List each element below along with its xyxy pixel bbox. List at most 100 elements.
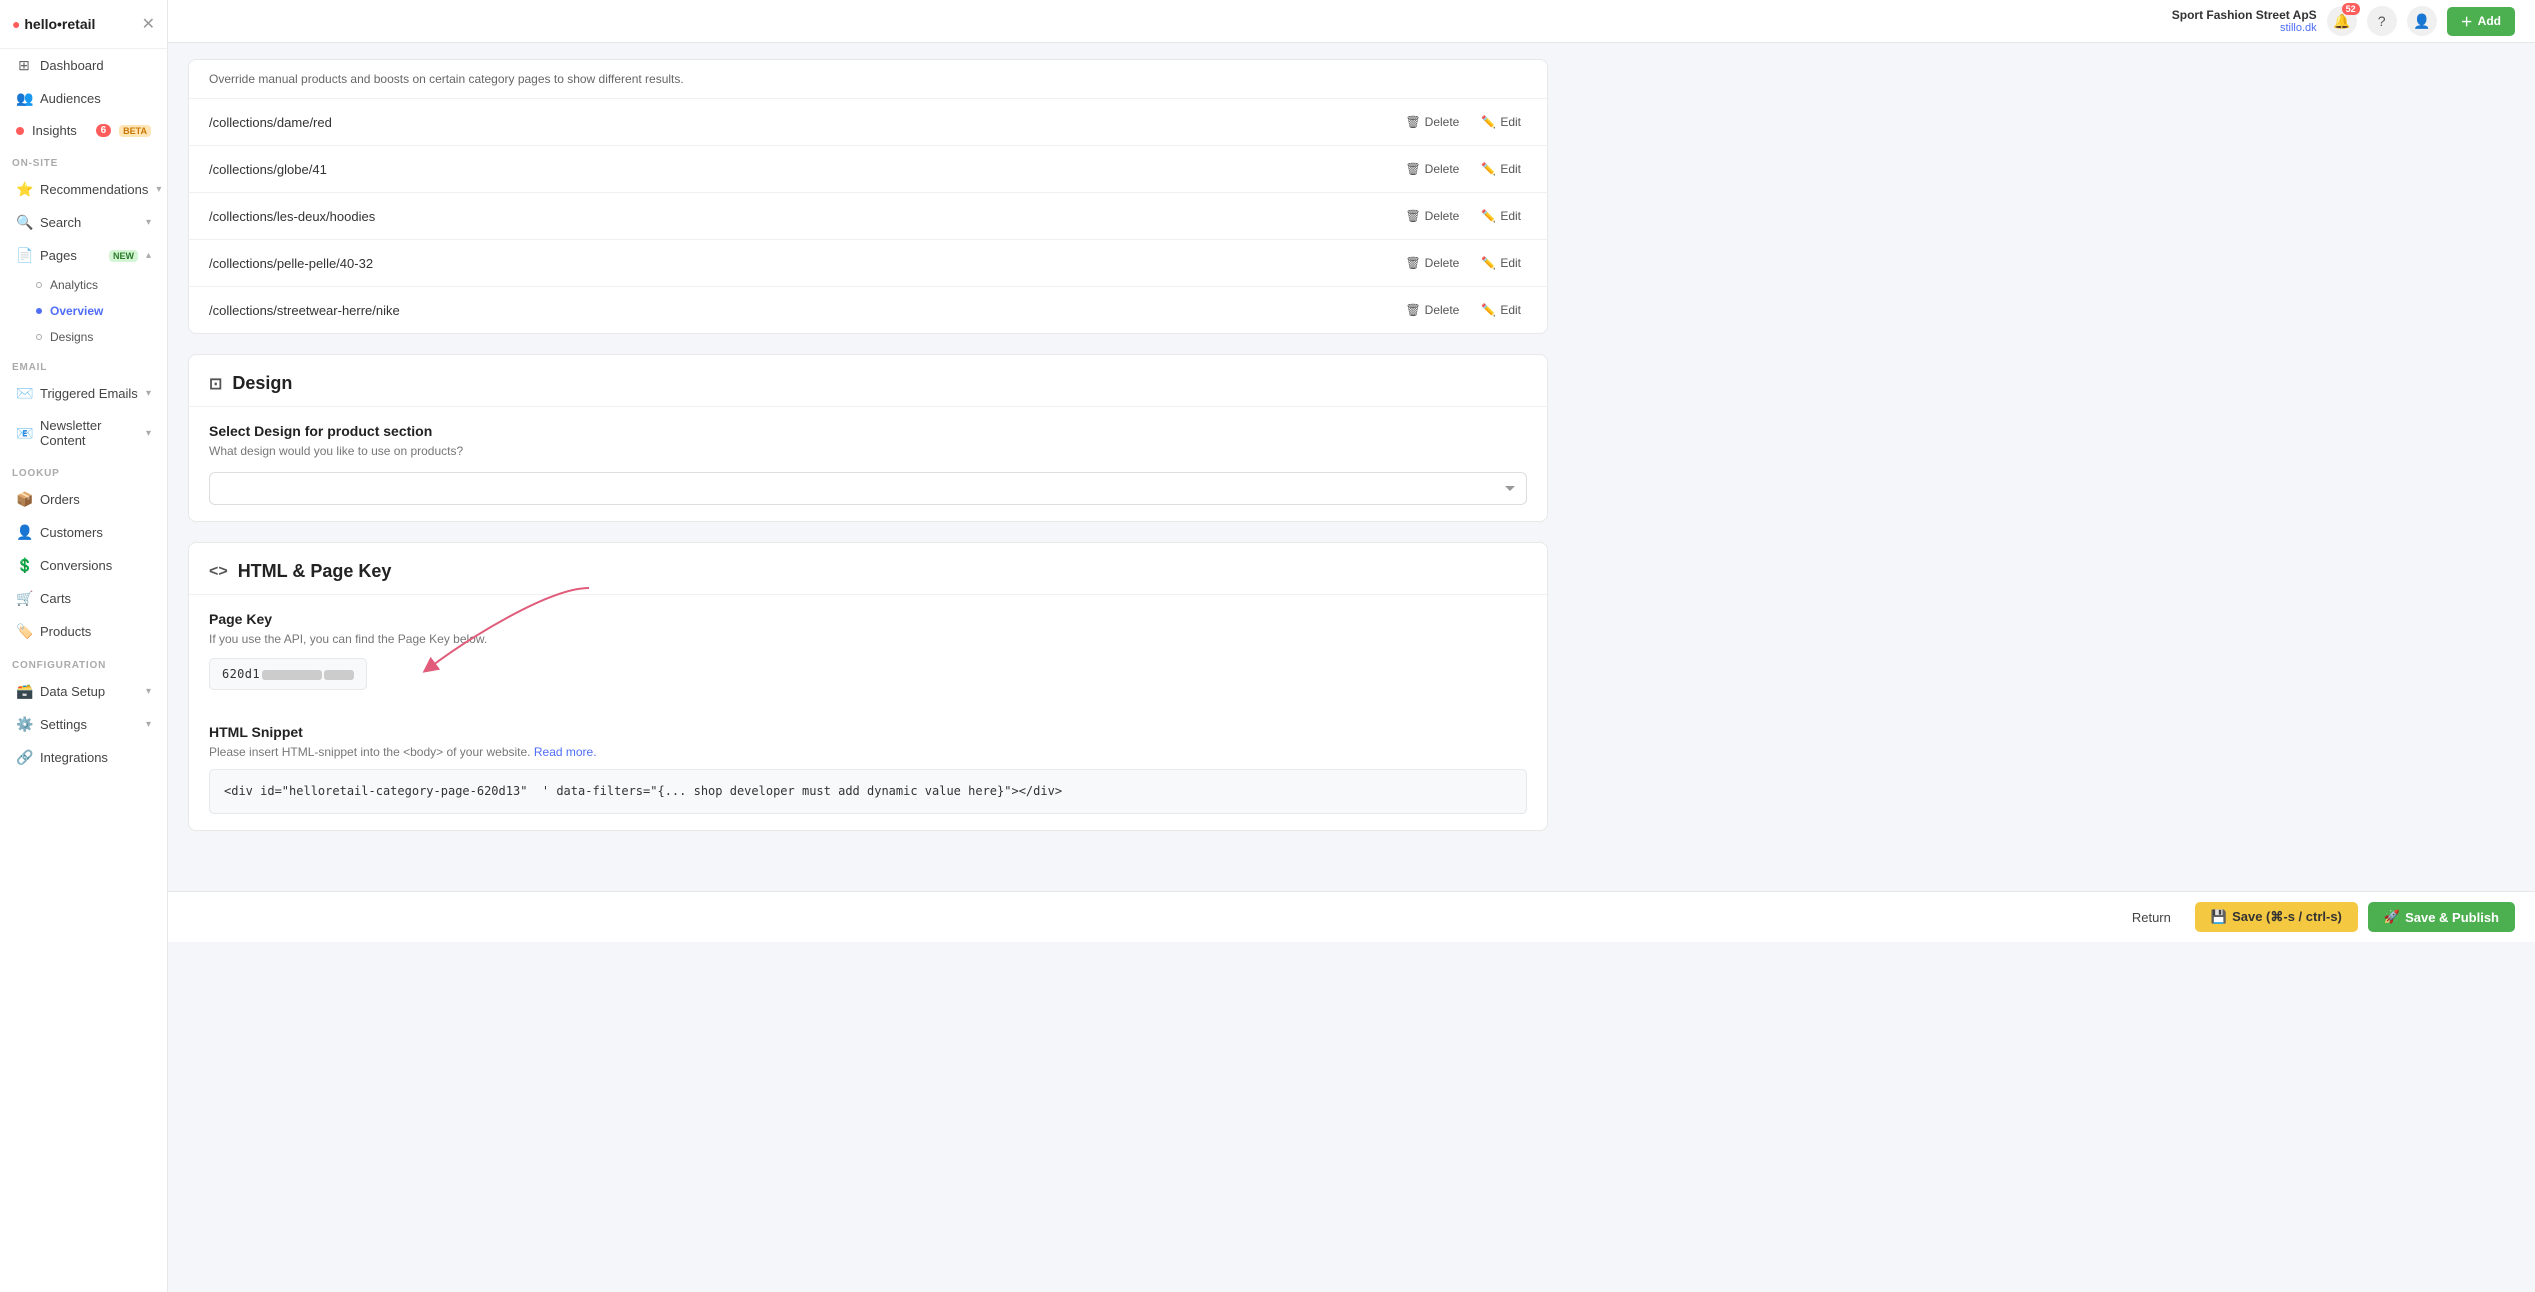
delete-button[interactable]: 🗑 Delete: [1399, 253, 1465, 273]
sidebar-item-integrations[interactable]: 🔗 Integrations: [4, 742, 163, 773]
store-url: stillo.dk: [2172, 22, 2317, 34]
bottombar: Return 💾 Save (⌘-s / ctrl-s) 🚀 Save & Pu…: [168, 891, 2535, 942]
sidebar-item-newsletter[interactable]: 📧 Newsletter Content ▾: [4, 411, 163, 455]
products-icon: 🏷️: [16, 623, 32, 640]
sidebar-item-label: Customers: [40, 525, 151, 540]
design-select[interactable]: [209, 472, 1527, 505]
delete-button[interactable]: 🗑 Delete: [1399, 206, 1465, 226]
override-description: Override manual products and boosts on c…: [189, 60, 1547, 99]
read-more-link[interactable]: Read more.: [534, 745, 597, 759]
sidebar-subitem-overview[interactable]: Overview: [4, 299, 163, 323]
sidebar-item-data-setup[interactable]: 🗃️ Data Setup ▾: [4, 676, 163, 707]
edit-button[interactable]: ✏️ Edit: [1475, 206, 1527, 226]
sub-dot-active-icon: [36, 308, 42, 314]
collection-path: /collections/pelle-pelle/40-32: [209, 256, 373, 271]
beta-badge: BETA: [119, 125, 151, 137]
save-publish-button[interactable]: 🚀 Save & Publish: [2368, 902, 2515, 932]
sidebar-subitem-designs[interactable]: Designs: [4, 325, 163, 349]
chevron-up-icon: ▴: [146, 250, 151, 261]
redacted-key-2: [324, 670, 354, 680]
sidebar-subitem-label: Overview: [50, 304, 103, 318]
edit-icon: ✏️: [1481, 256, 1496, 270]
return-button[interactable]: Return: [2118, 903, 2185, 932]
design-section-body: Select Design for product section What d…: [189, 407, 1547, 521]
sidebar-item-label: Data Setup: [40, 684, 138, 699]
html-snippet-box: <div id="helloretail-category-page-620d1…: [209, 769, 1527, 814]
sidebar-item-label: Pages: [40, 248, 101, 263]
page-key-value: 620d1: [209, 658, 367, 690]
sidebar-subitem-label: Analytics: [50, 278, 98, 292]
row-actions: 🗑 Delete ✏️ Edit: [1399, 206, 1527, 226]
sidebar-item-label: Conversions: [40, 558, 151, 573]
edit-button[interactable]: ✏️ Edit: [1475, 112, 1527, 132]
sidebar-item-label: Orders: [40, 492, 151, 507]
sidebar-item-products[interactable]: 🏷️ Products: [4, 616, 163, 647]
html-section-header: <> HTML & Page Key: [189, 543, 1547, 595]
redacted-key-1: [262, 670, 322, 680]
email-section-label: EMAIL: [0, 350, 167, 377]
page-content: Override manual products and boosts on c…: [168, 43, 1568, 891]
sidebar-item-orders[interactable]: 📦 Orders: [4, 484, 163, 515]
sidebar-subitem-analytics[interactable]: Analytics: [4, 273, 163, 297]
user-button[interactable]: 👤: [2407, 6, 2437, 36]
collection-path: /collections/les-deux/hoodies: [209, 209, 375, 224]
dashboard-icon: ⊞: [16, 57, 32, 74]
html-title: HTML & Page Key: [238, 561, 392, 582]
sidebar-item-label: Products: [40, 624, 151, 639]
chevron-icon: ▾: [146, 428, 151, 439]
search-icon: 🔍: [16, 214, 32, 231]
arrow-container: 620d1: [209, 658, 1527, 710]
sidebar-item-recommendations[interactable]: ⭐ Recommendations ▾: [4, 174, 163, 205]
sidebar-item-triggered-emails[interactable]: ✉️ Triggered Emails ▾: [4, 378, 163, 409]
chevron-icon: ▾: [156, 184, 161, 195]
edit-icon: ✏️: [1481, 303, 1496, 317]
add-button[interactable]: ＋ Add: [2447, 7, 2515, 36]
collection-row: /collections/pelle-pelle/40-32 🗑 Delete …: [189, 240, 1547, 287]
trash-icon: 🗑: [1405, 209, 1420, 223]
chevron-icon: ▾: [146, 686, 151, 697]
delete-button[interactable]: 🗑 Delete: [1399, 112, 1465, 132]
design-section: ⊡ Design Select Design for product secti…: [188, 354, 1548, 522]
html-section-body: Page Key If you use the API, you can fin…: [189, 595, 1547, 830]
save-icon: 💾: [2211, 909, 2227, 925]
sidebar-item-insights[interactable]: Insights 6 BETA: [4, 116, 163, 145]
notifications-button[interactable]: 🔔 52: [2327, 6, 2357, 36]
row-actions: 🗑 Delete ✏️ Edit: [1399, 253, 1527, 273]
collection-path: /collections/dame/red: [209, 115, 332, 130]
sidebar-item-label: Integrations: [40, 750, 151, 765]
html-section: <> HTML & Page Key Page Key If you use t…: [188, 542, 1548, 831]
sidebar-item-pages[interactable]: 📄 Pages NEW ▴: [4, 240, 163, 271]
edit-icon: ✏️: [1481, 115, 1496, 129]
logo-dot: ●: [12, 16, 20, 32]
pages-icon: 📄: [16, 247, 32, 264]
sidebar-item-carts[interactable]: 🛒 Carts: [4, 583, 163, 614]
sidebar-item-label: Carts: [40, 591, 151, 606]
insights-dot-icon: [16, 127, 24, 135]
sidebar-item-customers[interactable]: 👤 Customers: [4, 517, 163, 548]
edit-button[interactable]: ✏️ Edit: [1475, 300, 1527, 320]
sidebar-logo: ● hello•retail ✕: [0, 0, 167, 49]
sidebar: ● hello•retail ✕ ⊞ Dashboard 👥 Audiences…: [0, 0, 168, 1292]
sidebar-item-audiences[interactable]: 👥 Audiences: [4, 83, 163, 114]
delete-button[interactable]: 🗑 Delete: [1399, 159, 1465, 179]
sidebar-item-search[interactable]: 🔍 Search ▾: [4, 207, 163, 238]
add-icon: ＋: [2461, 13, 2473, 30]
save-button[interactable]: 💾 Save (⌘-s / ctrl-s): [2195, 902, 2358, 932]
sidebar-item-conversions[interactable]: 💲 Conversions: [4, 550, 163, 581]
edit-button[interactable]: ✏️ Edit: [1475, 253, 1527, 273]
settings-icon: ⚙️: [16, 716, 32, 733]
sidebar-item-settings[interactable]: ⚙️ Settings ▾: [4, 709, 163, 740]
sidebar-item-label: Triggered Emails: [40, 386, 138, 401]
delete-button[interactable]: 🗑 Delete: [1399, 300, 1465, 320]
close-button[interactable]: ✕: [142, 14, 155, 34]
orders-icon: 📦: [16, 491, 32, 508]
sidebar-item-dashboard[interactable]: ⊞ Dashboard: [4, 50, 163, 81]
design-icon: ⊡: [209, 374, 222, 394]
sidebar-item-label: Dashboard: [40, 58, 151, 73]
edit-button[interactable]: ✏️ Edit: [1475, 159, 1527, 179]
help-button[interactable]: ?: [2367, 6, 2397, 36]
chevron-icon: ▾: [146, 388, 151, 399]
recommendations-icon: ⭐: [16, 181, 32, 198]
audiences-icon: 👥: [16, 90, 32, 107]
onsite-section-label: ON-SITE: [0, 146, 167, 173]
